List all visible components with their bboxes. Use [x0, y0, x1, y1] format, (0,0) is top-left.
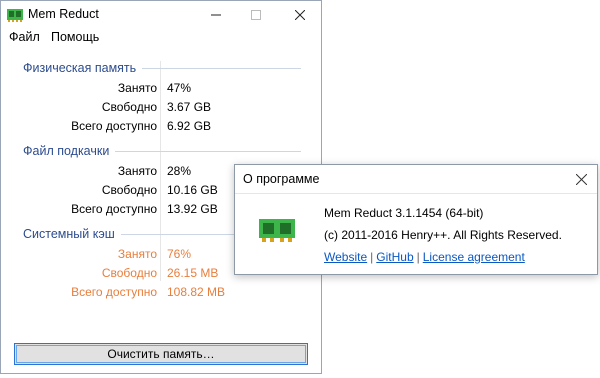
stat-value: 10.16 GB: [167, 183, 218, 197]
stat-value: 28%: [167, 164, 192, 178]
stat-row: Всего доступно 6.92 GB: [1, 117, 321, 136]
stat-label: Свободно: [101, 100, 157, 114]
stat-value: 26.15 MB: [167, 266, 219, 280]
group-physical-memory: Физическая память: [1, 53, 321, 79]
menu-help[interactable]: Помощь: [51, 30, 99, 44]
stat-value: 76%: [167, 247, 192, 261]
about-title-bar[interactable]: О программе: [235, 165, 597, 194]
group-title: Системный кэш: [23, 227, 121, 241]
memory-chip-icon: [7, 8, 23, 22]
stat-label: Свободно: [101, 183, 157, 197]
stat-row: Занято 47%: [1, 79, 321, 98]
stat-value: 13.92 GB: [167, 202, 218, 216]
about-title: О программе: [243, 172, 320, 186]
stat-label: Занято: [117, 164, 157, 178]
stat-label: Занято: [117, 81, 157, 95]
maximize-icon[interactable]: [237, 2, 275, 28]
license-link[interactable]: License agreement: [423, 250, 525, 264]
close-icon[interactable]: [565, 165, 597, 193]
group-title: Файл подкачки: [23, 144, 116, 158]
github-link[interactable]: GitHub: [376, 250, 413, 264]
group-title: Физическая память: [23, 61, 143, 75]
copyright-text: (c) 2011-2016 Henry++. All Rights Reserv…: [324, 228, 562, 242]
stat-row: Свободно 3.67 GB: [1, 98, 321, 117]
stat-row: Всего доступно 108.82 MB: [1, 283, 321, 302]
stat-label: Всего доступно: [71, 285, 157, 299]
menu-file[interactable]: Файл: [9, 30, 40, 44]
version-text: Mem Reduct 3.1.1454 (64-bit): [324, 206, 484, 220]
stat-value: 108.82 MB: [167, 285, 226, 299]
menu-bar: Файл Помощь: [1, 29, 321, 47]
about-dialog: О программе Mem Reduct 3.1.1454 (64-bit)…: [234, 164, 598, 275]
minimize-icon[interactable]: [197, 2, 235, 28]
website-link[interactable]: Website: [324, 250, 367, 264]
stat-value: 47%: [167, 81, 192, 95]
close-icon[interactable]: [281, 2, 319, 28]
stat-label: Всего доступно: [71, 202, 157, 216]
group-page-file: Файл подкачки: [1, 136, 321, 162]
stat-label: Свободно: [101, 266, 157, 280]
link-separator: |: [416, 250, 420, 264]
link-separator: |: [370, 250, 374, 264]
stat-label: Всего доступно: [71, 119, 157, 133]
stat-label: Занято: [117, 247, 157, 261]
title-bar[interactable]: Mem Reduct: [1, 1, 321, 29]
clean-memory-button[interactable]: Очистить память…: [14, 343, 308, 365]
window-title: Mem Reduct: [28, 7, 99, 21]
stat-value: 3.67 GB: [167, 100, 212, 114]
about-links: Website | GitHub | License agreement: [324, 250, 525, 264]
memory-chip-icon: [259, 217, 295, 243]
stat-value: 6.92 GB: [167, 119, 212, 133]
